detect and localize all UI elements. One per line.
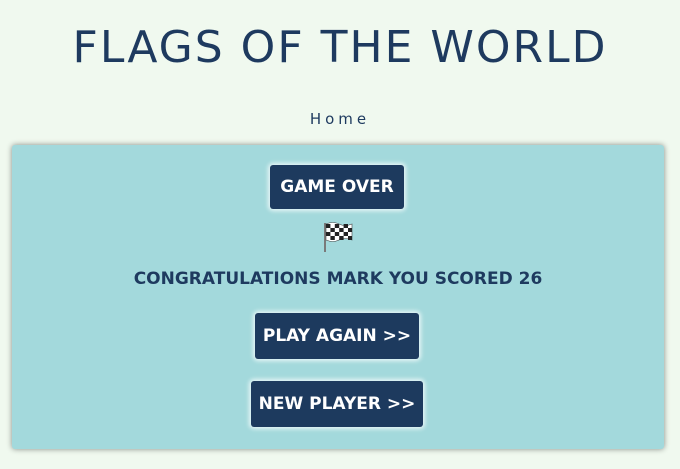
site-title: FLAGS OF THE WORLD <box>72 22 608 73</box>
nav-bar: Home <box>0 109 680 128</box>
page: FLAGS OF THE WORLD Home GAME OVER CONGRA… <box>0 0 680 469</box>
game-over-panel: GAME OVER CONGRATULATIONS MARK YOU SCORE… <box>12 145 664 449</box>
checkered-flag-icon <box>324 222 353 252</box>
play-again-button[interactable]: PLAY AGAIN >> <box>255 313 419 359</box>
score-message: CONGRATULATIONS MARK YOU SCORED 26 <box>133 269 543 289</box>
nav-home-link[interactable]: Home <box>310 110 370 128</box>
game-over-button[interactable]: GAME OVER <box>270 165 404 209</box>
new-player-button[interactable]: NEW PLAYER >> <box>251 381 423 427</box>
